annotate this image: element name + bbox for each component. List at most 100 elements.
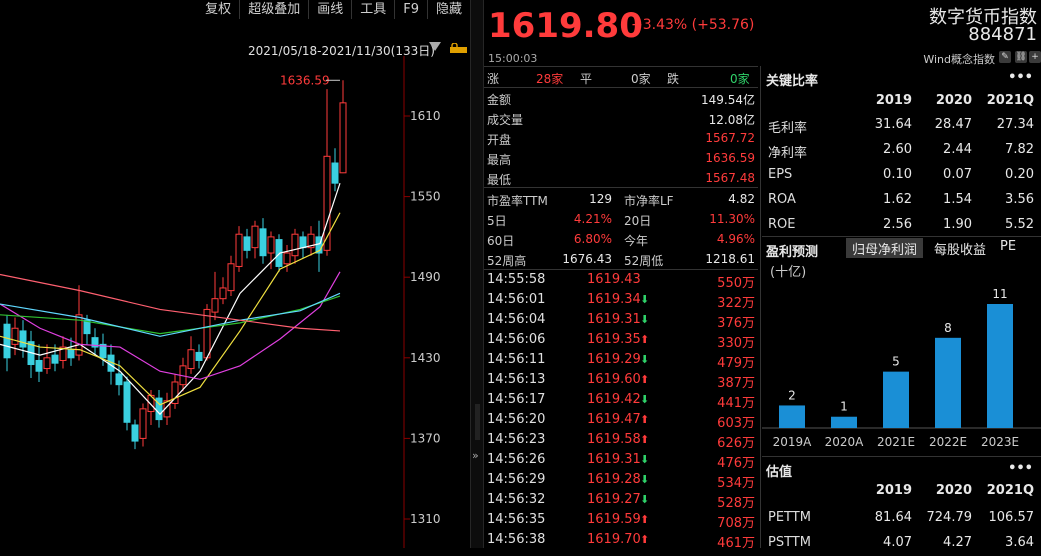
divider <box>762 236 1041 237</box>
ratio-row: 净利率 2.60 2.44 7.82 <box>762 139 1041 163</box>
ratio-row: EPS 0.10 0.07 0.20 <box>762 164 1041 188</box>
tick-time: 14:56:06 <box>487 332 546 347</box>
toolbar-tools[interactable]: 工具 <box>351 0 394 19</box>
toolbar-f9[interactable]: F9 <box>394 0 427 19</box>
forecast-bar <box>779 405 805 428</box>
panel-collapse-handle[interactable]: » <box>470 0 484 548</box>
arrow-down-icon: ⬇ <box>640 393 650 406</box>
candle-body <box>123 381 131 423</box>
metric-value: 6.80% <box>573 232 612 246</box>
tick-row: 14:56:17 1619.42 ⬇ 441万 <box>484 390 758 411</box>
valuation-row: PSTTM 4.07 4.27 3.64 <box>762 532 1041 556</box>
forecast-bar-label: 2 <box>788 388 796 402</box>
candle-body <box>299 236 307 249</box>
tick-volume: 534万 <box>717 476 755 491</box>
tick-time: 14:56:20 <box>487 412 546 427</box>
forecast-bar-label: 11 <box>992 287 1007 301</box>
stat-label: 最高 <box>487 153 512 167</box>
link-icon[interactable]: ⛓ <box>1015 51 1027 63</box>
stat-row: 最高 1636.59 <box>484 148 758 168</box>
tick-volume: 330万 <box>717 336 755 351</box>
divider <box>762 456 1041 457</box>
ratio-value: 27.34 <box>996 117 1034 132</box>
toolbar-restore-rights[interactable]: 复权 <box>197 0 239 19</box>
add-icon[interactable]: + <box>1029 51 1041 63</box>
candle-body <box>115 373 123 386</box>
metric-label: 市净率LF <box>624 194 674 208</box>
chevron-down-icon[interactable] <box>429 42 441 51</box>
toolbar-hide[interactable]: 隐藏 <box>426 0 470 19</box>
tick-time: 14:56:32 <box>487 492 546 507</box>
moving-average-line <box>0 295 341 335</box>
stat-label: 开盘 <box>487 133 512 147</box>
valuation-row: PETTM 81.64 724.79 106.57 <box>762 507 1041 531</box>
edit-icon[interactable]: ✎ <box>999 51 1011 63</box>
candle-body <box>219 287 227 300</box>
metric-label: 5日 <box>487 214 507 228</box>
forecast-tab[interactable]: 归母净利润 <box>846 238 924 258</box>
kline-chart[interactable]: 1610 1550 1490 1430 1370 1310 1636.59 <box>0 56 470 548</box>
candle-body <box>331 162 339 184</box>
toolbar-draw-line[interactable]: 画线 <box>308 0 351 19</box>
arrow-down-icon: ⬇ <box>640 473 650 486</box>
tick-volume: 376万 <box>717 316 755 331</box>
ratio-label: 毛利率 <box>768 121 808 136</box>
stat-value: 1567.48 <box>705 171 755 185</box>
ratio-value: 28.47 <box>934 117 972 132</box>
tick-row: 14:56:23 1619.58 ⬆ 626万 <box>484 430 758 451</box>
candle-body <box>11 327 19 345</box>
tick-price: 1619.70 <box>587 532 641 547</box>
tick-time: 14:56:38 <box>487 532 546 547</box>
tick-volume: 708万 <box>717 516 755 531</box>
stat-value: 1636.59 <box>705 151 755 165</box>
metric-row: 52周高 1676.43 52周低 1218.61 <box>484 249 758 269</box>
tick-price: 1619.29 <box>587 352 641 367</box>
index-category-tag[interactable]: Wind概念指数 <box>923 51 995 67</box>
stat-value: 149.54亿 <box>701 93 755 107</box>
ratio-year: 2020 <box>935 93 972 108</box>
expand-arrows-icon[interactable]: » <box>472 449 479 462</box>
more-icon[interactable]: ••• <box>1008 70 1033 85</box>
quote-time: 15:00:03 <box>488 52 538 65</box>
tick-time: 14:56:23 <box>487 432 546 447</box>
kline-chart-panel[interactable]: 复权 超级叠加 画线 工具 F9 隐藏 2021/05/18-2021/11/3… <box>0 0 470 548</box>
metric-label: 52周低 <box>624 254 664 268</box>
tick-time: 14:56:01 <box>487 292 546 307</box>
ratio-label: EPS <box>768 167 793 182</box>
ratio-value: 2.60 <box>883 142 912 157</box>
more-icon[interactable]: ••• <box>1008 461 1033 476</box>
tick-price: 1619.43 <box>587 272 641 287</box>
forecast-tab[interactable]: PE <box>994 238 1022 258</box>
forecast-category-label: 2020A <box>825 435 865 449</box>
forecast-bar-chart: 2 2019A 1 2020A 5 2021E 8 2022E 11 2023E <box>762 287 1041 449</box>
stat-row: 成交量 12.08亿 <box>484 108 758 128</box>
unlock-icon[interactable] <box>459 43 467 53</box>
forecast-bar-label: 1 <box>840 400 848 414</box>
grip-icon[interactable] <box>475 404 480 440</box>
candle-body <box>211 298 219 313</box>
last-price: 1619.80 <box>488 6 643 46</box>
tick-volume: 322万 <box>717 296 755 311</box>
ratio-label: ROA <box>768 192 796 207</box>
tick-price: 1619.34 <box>587 292 641 307</box>
divider <box>484 187 758 188</box>
valuation-year: 2019 <box>875 483 912 498</box>
tick-price: 1619.31 <box>587 312 641 327</box>
tick-price: 1619.28 <box>587 472 641 487</box>
candle-body <box>267 236 275 254</box>
breadth-row: 涨 28家 平 0家 跌 0家 <box>484 67 758 87</box>
valuation-value: 724.79 <box>926 510 973 525</box>
forecast-category-label: 2022E <box>929 435 967 449</box>
toolbar-super-overlay[interactable]: 超级叠加 <box>239 0 308 19</box>
candle-body <box>51 354 59 364</box>
divider <box>760 66 761 548</box>
forecast-bar-label: 8 <box>944 321 952 335</box>
tick-price: 1619.27 <box>587 492 641 507</box>
tick-price: 1619.42 <box>587 392 641 407</box>
forecast-tab[interactable]: 每股收益 <box>928 238 992 258</box>
arrow-down-icon: ⬇ <box>640 313 650 326</box>
tick-time: 14:56:11 <box>487 352 546 367</box>
price-tick-label: 1610 <box>410 109 441 123</box>
metric-value: 4.96% <box>716 232 755 246</box>
arrow-up-icon: ⬆ <box>640 533 650 546</box>
